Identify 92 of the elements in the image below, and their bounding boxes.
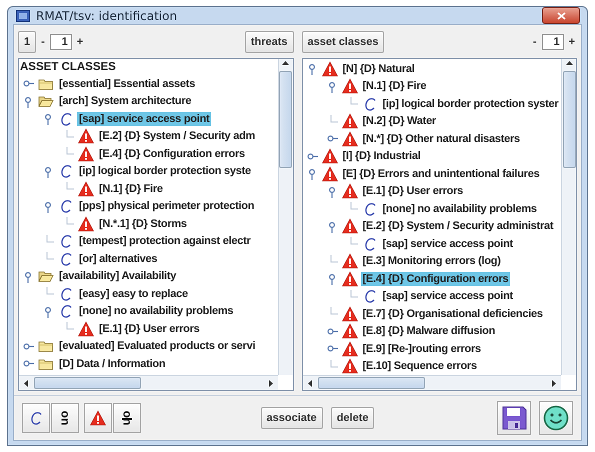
switch-button[interactable]: threats xyxy=(244,30,294,52)
tree-item[interactable]: [E.7] {D} Organisational deficiencies xyxy=(360,306,545,321)
tree-item[interactable]: [E.4] {D} Configuration errors xyxy=(97,146,247,161)
spinner-field[interactable]: 1 xyxy=(542,34,564,50)
tree-item[interactable]: [arch] System architecture xyxy=(57,94,194,108)
warning-icon xyxy=(342,113,358,130)
action-button[interactable]: associate xyxy=(260,407,323,429)
open-folder-icon xyxy=(38,94,54,108)
tree-item[interactable]: [sap] service access point xyxy=(380,236,515,251)
scroll-right-icon[interactable] xyxy=(266,378,274,388)
tree-item[interactable]: [pps] physical perimeter protection xyxy=(77,199,256,214)
warning-icon xyxy=(342,306,358,322)
scroll-right-icon[interactable] xyxy=(550,378,558,388)
smiley-button[interactable] xyxy=(539,401,574,435)
warning-icon xyxy=(342,340,358,357)
folder-icon xyxy=(38,76,54,91)
folder-icon xyxy=(38,339,54,354)
toggle-button[interactable]: on xyxy=(51,403,79,433)
spinner-field[interactable]: 1 xyxy=(50,34,72,50)
warning-icon xyxy=(322,60,338,77)
tree-item[interactable]: [easy] easy to replace xyxy=(77,286,190,301)
close-button[interactable] xyxy=(542,7,580,24)
warning-icon xyxy=(78,128,94,144)
tree-item[interactable]: [essential] Essential assets xyxy=(57,76,198,91)
tree-item[interactable]: [N.*] {D} Other natural disasters xyxy=(360,132,522,146)
scroll-left-icon[interactable] xyxy=(22,378,30,388)
tree-item[interactable]: [E.4] {D} Configuration errors xyxy=(360,272,510,286)
warning-icon xyxy=(342,323,358,340)
save-button[interactable] xyxy=(497,401,532,435)
tree-item[interactable]: [N.1] {D} Fire xyxy=(97,182,165,196)
tree-item[interactable]: [E.9] [Re-]routing errors xyxy=(360,342,483,356)
warning-icon xyxy=(342,78,358,94)
tree-item[interactable]: [E.10] Sequence errors xyxy=(360,359,479,374)
tree-item[interactable]: [sap] service access point xyxy=(77,112,212,126)
smiley-icon xyxy=(543,405,570,431)
tree-item[interactable]: [N.2] {D} Water xyxy=(360,114,438,128)
tree-item[interactable]: [E] {D} Errors and unintentional failures xyxy=(340,166,542,181)
tree-item[interactable]: [E.8] {D} Malware diffusion xyxy=(360,324,498,338)
tree-item[interactable]: [E.3] Monitoring errors (log) xyxy=(360,254,503,268)
tree-item[interactable]: [none] no availability problems xyxy=(380,202,539,216)
tree-item[interactable]: [N.*.1] {D} Storms xyxy=(97,216,189,231)
warning-icon xyxy=(342,130,358,147)
warning-icon xyxy=(342,218,358,234)
app-icon xyxy=(16,10,30,22)
warning-icon xyxy=(342,358,358,374)
tree-item[interactable]: [N.1] {D} Fire xyxy=(360,79,428,94)
spinner-minus[interactable]: - xyxy=(530,36,539,48)
switch-button[interactable]: asset classes xyxy=(302,30,384,52)
warning-icon xyxy=(78,146,94,162)
tree-item[interactable]: [ip] logical border protection syste xyxy=(77,164,253,178)
warning-icon xyxy=(342,270,358,287)
horizontal-scrollbar[interactable] xyxy=(19,375,278,390)
warning-icon xyxy=(90,410,106,426)
tree-item[interactable]: [none] no availability problems xyxy=(77,304,236,318)
warning-icon xyxy=(322,148,338,164)
folder-icon xyxy=(38,356,54,371)
tree-item[interactable]: [ip] logical border protection syster xyxy=(380,96,560,111)
tree-item[interactable]: [availability] Availability xyxy=(57,269,178,284)
open-folder-icon xyxy=(38,269,54,284)
scroll-up-icon[interactable] xyxy=(564,59,574,67)
toggle-button[interactable] xyxy=(22,403,50,433)
level-button[interactable]: 1 xyxy=(18,30,36,52)
toggle-button[interactable] xyxy=(84,403,112,433)
spinner-plus[interactable]: + xyxy=(74,36,86,48)
tree-item[interactable]: [tempest] protection against electr xyxy=(77,234,253,248)
vertical-scrollbar[interactable] xyxy=(561,59,576,375)
spinner-minus[interactable]: - xyxy=(39,36,47,48)
tree-item[interactable]: [evaluated] Evaluated products or servi xyxy=(57,339,258,354)
warning-icon xyxy=(78,180,94,197)
tree-item[interactable]: [E.1] {D} User errors xyxy=(97,322,202,336)
close-icon xyxy=(556,12,566,20)
action-button[interactable]: delete xyxy=(330,407,374,429)
tree-item[interactable]: [E.1] {D} User errors xyxy=(360,184,466,198)
scroll-left-icon[interactable] xyxy=(306,378,314,388)
warning-icon xyxy=(342,253,358,270)
tree-item[interactable]: [I] {D} Industrial xyxy=(340,149,423,164)
tree-heading: ASSET CLASSES xyxy=(19,60,116,75)
tree-item[interactable]: [D] Data / Information xyxy=(57,356,168,371)
tree-item[interactable]: [E.2] {D} System / Security adm xyxy=(97,129,258,144)
tree-item[interactable]: [E.2] {D} System / Security administrat xyxy=(360,219,556,234)
warning-icon xyxy=(342,183,358,200)
window-title: RMAT/tsv: identification xyxy=(36,8,178,22)
tree-item[interactable]: [N] {D} Natural xyxy=(340,62,417,76)
warning-icon xyxy=(78,320,94,337)
tree-item[interactable]: [sap] service access point xyxy=(380,289,515,304)
vertical-scrollbar[interactable] xyxy=(278,59,292,375)
spinner-plus[interactable]: + xyxy=(566,36,577,48)
warning-icon xyxy=(78,216,94,232)
scroll-up-icon[interactable] xyxy=(281,59,290,67)
tree-item[interactable]: [or] alternatives xyxy=(77,252,160,266)
horizontal-scrollbar[interactable] xyxy=(302,375,561,390)
warning-icon xyxy=(322,166,338,182)
